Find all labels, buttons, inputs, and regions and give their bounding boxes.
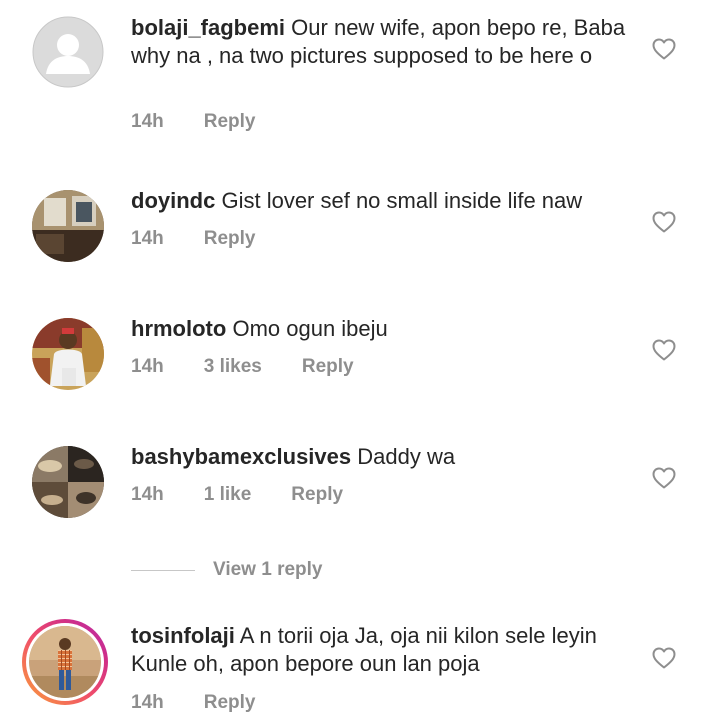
comment-body: doyindc Gist lover sef no small inside l… [131, 187, 631, 215]
view-replies-label[interactable]: View 1 reply [213, 559, 323, 581]
comment-meta: 14h Reply [131, 692, 296, 714]
reply-button[interactable]: Reply [204, 111, 256, 133]
likes-count[interactable]: 3 likes [204, 356, 262, 378]
profile-photo [32, 446, 104, 518]
comment-body: tosinfolaji A n torii oja Ja, oja nii ki… [131, 622, 631, 678]
avatar[interactable] [22, 619, 108, 705]
like-heart-icon[interactable] [652, 467, 676, 489]
comment-username[interactable]: bashybamexclusives [131, 444, 351, 469]
view-replies-button[interactable]: View 1 reply [131, 558, 323, 582]
comment-body: bashybamexclusives Daddy wa [131, 443, 631, 471]
comment-username[interactable]: hrmoloto [131, 316, 226, 341]
profile-photo [32, 190, 104, 262]
avatar[interactable] [32, 446, 104, 518]
profile-photo-story-ring [29, 626, 101, 698]
comment-time: 14h [131, 484, 164, 505]
comment-text: Omo ogun ibeju [232, 316, 388, 341]
comment-time: 14h [131, 228, 164, 249]
comments-feed: bolaji_fagbemi Our new wife, apon bepo r… [0, 0, 720, 720]
reply-button[interactable]: Reply [302, 356, 354, 378]
comment-username[interactable]: tosinfolaji [131, 623, 235, 648]
comment-body: hrmoloto Omo ogun ibeju [131, 315, 631, 343]
comment-body: bolaji_fagbemi Our new wife, apon bepo r… [131, 14, 631, 70]
like-heart-icon[interactable] [652, 647, 676, 669]
comment-time: 14h [131, 111, 164, 132]
default-profile-icon [32, 16, 104, 88]
avatar[interactable] [32, 16, 104, 88]
like-heart-icon[interactable] [652, 38, 676, 60]
comment-meta: 14h Reply [131, 111, 296, 133]
comment-meta: 14h 3 likes Reply [131, 356, 394, 378]
avatar[interactable] [32, 318, 104, 390]
comment-text: Daddy wa [357, 444, 456, 469]
comment-username[interactable]: bolaji_fagbemi [131, 15, 285, 40]
comment-time: 14h [131, 356, 164, 377]
comment-meta: 14h 1 like Reply [131, 484, 383, 506]
avatar[interactable] [32, 190, 104, 262]
profile-photo [32, 318, 104, 390]
reply-button[interactable]: Reply [204, 228, 256, 250]
comment-text: Gist lover sef no small inside life naw [221, 188, 583, 213]
comment-meta: 14h Reply [131, 228, 296, 250]
comment-time: 14h [131, 692, 164, 713]
like-heart-icon[interactable] [652, 211, 676, 233]
reply-button[interactable]: Reply [204, 692, 256, 714]
likes-count[interactable]: 1 like [204, 484, 252, 506]
comment-username[interactable]: doyindc [131, 188, 215, 213]
reply-button[interactable]: Reply [291, 484, 343, 506]
like-heart-icon[interactable] [652, 339, 676, 361]
view-replies-divider [131, 569, 195, 571]
